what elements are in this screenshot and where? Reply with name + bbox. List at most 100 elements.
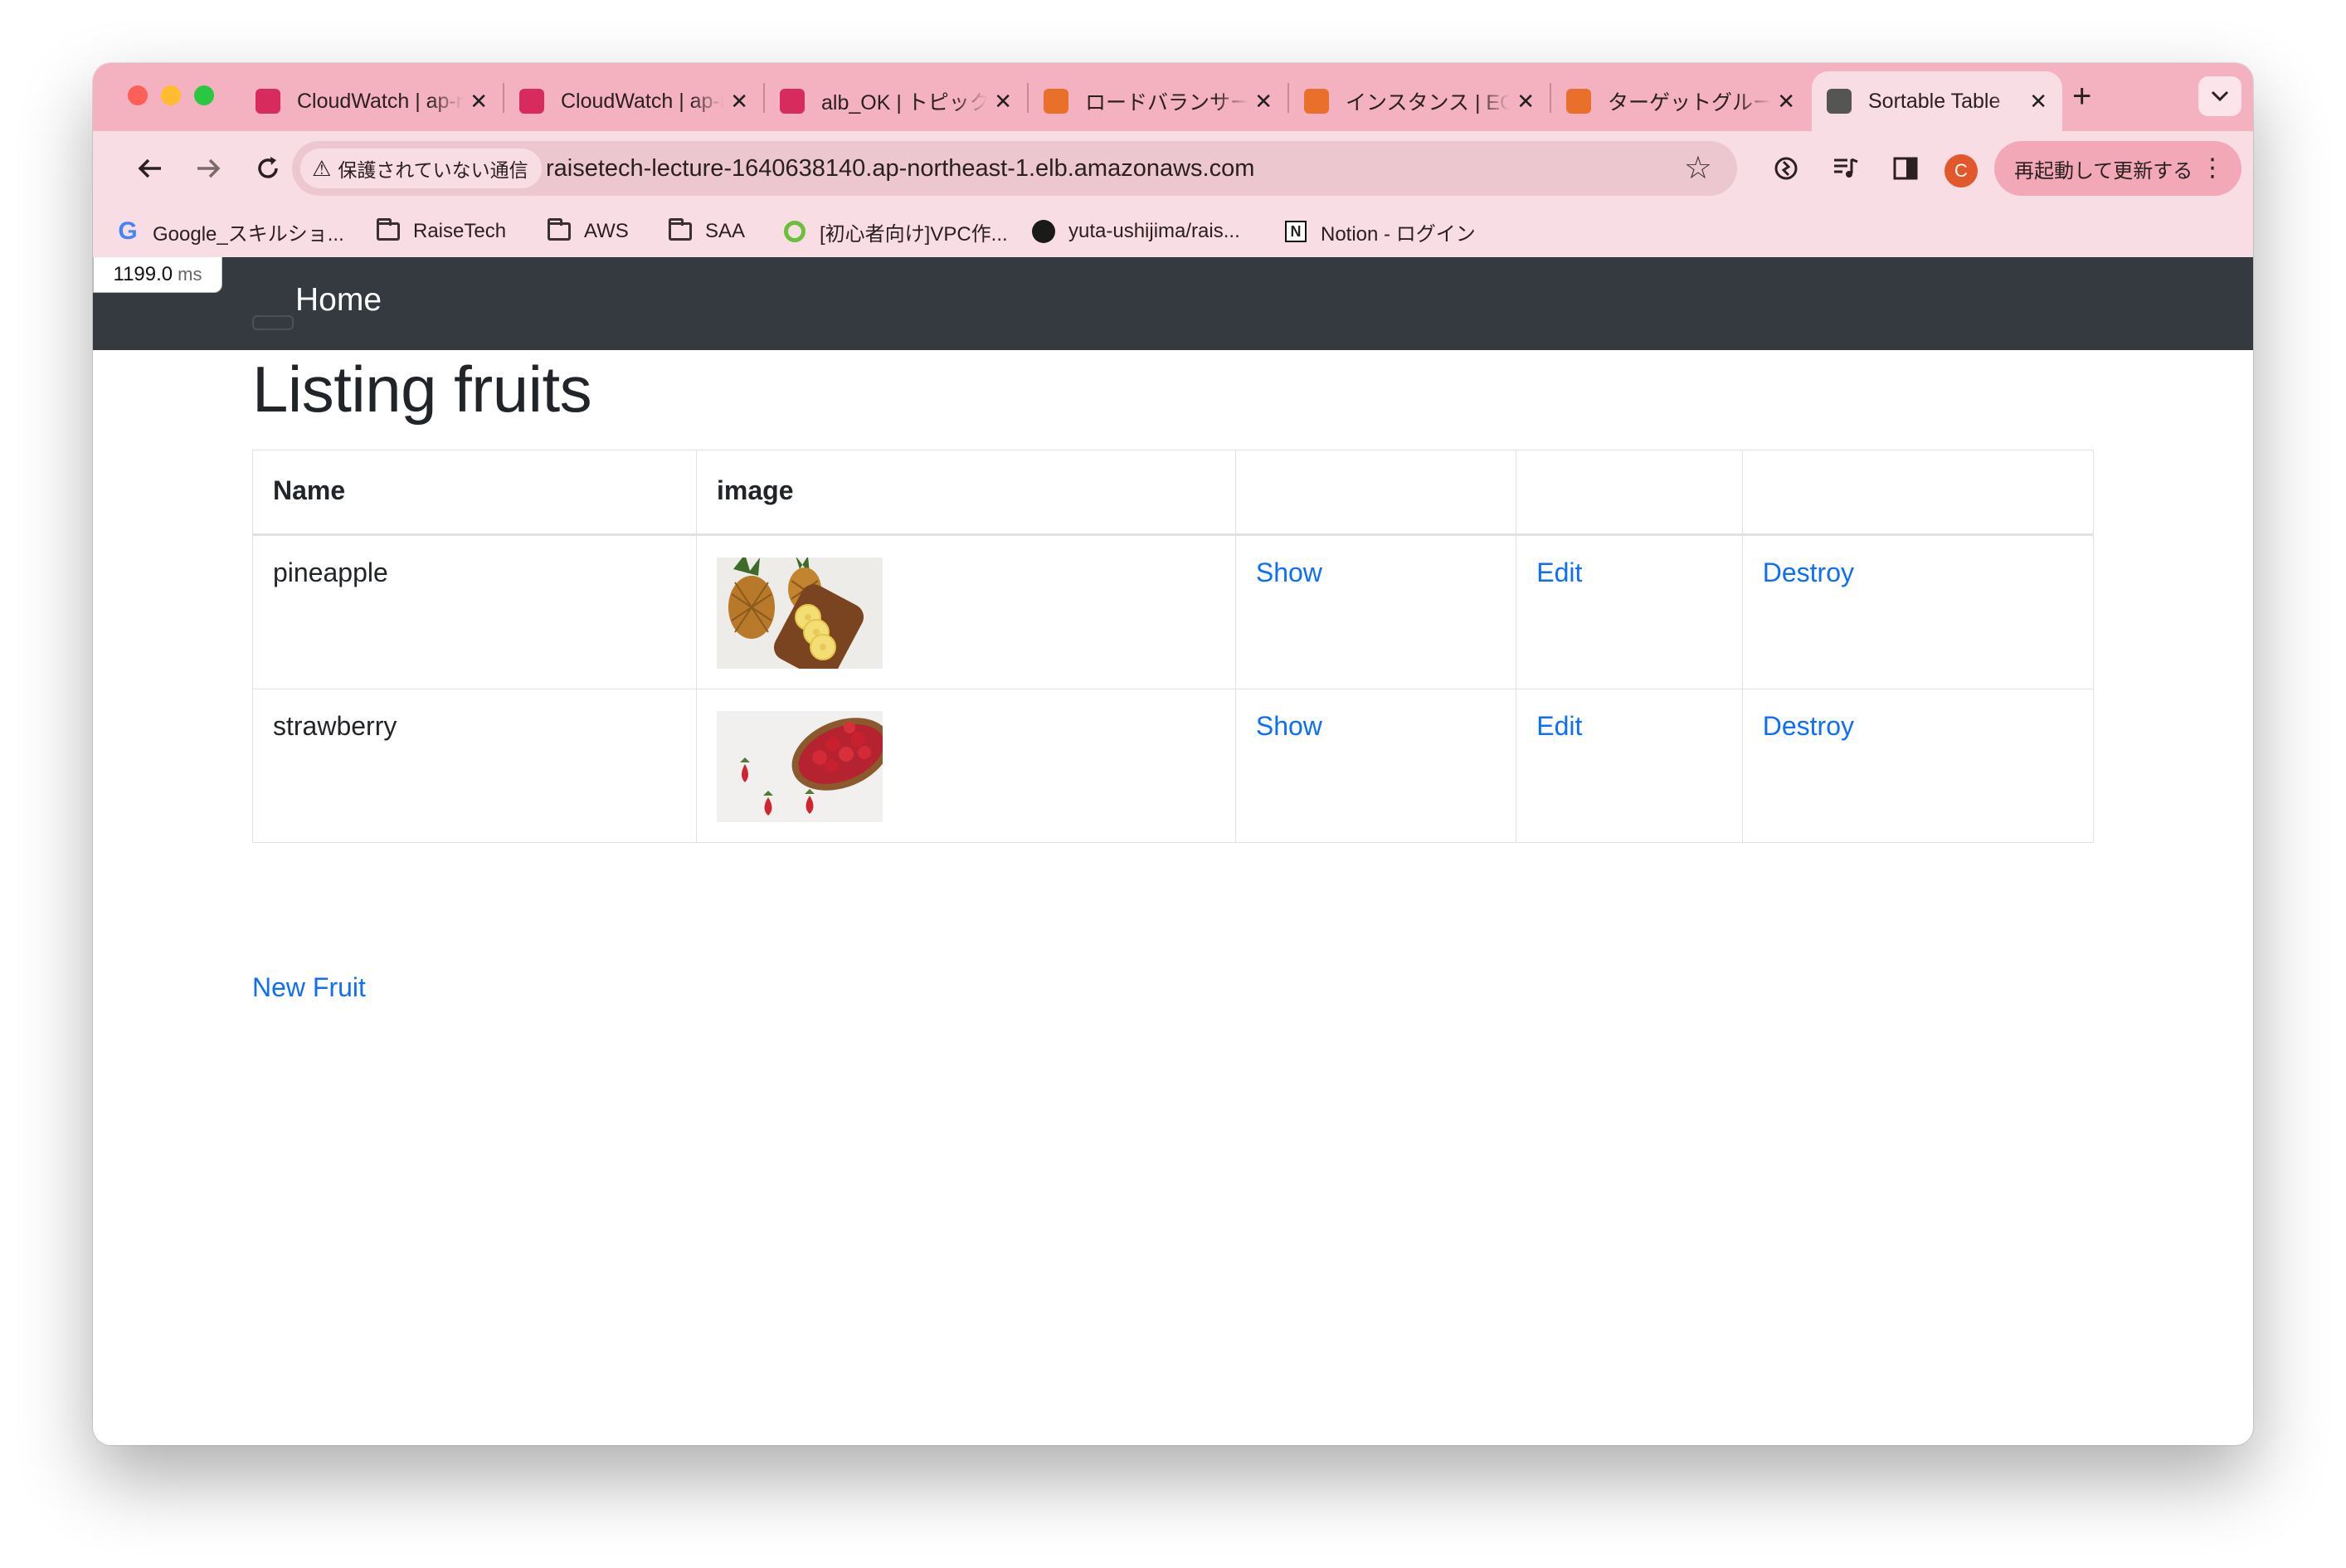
relaunch-to-update-button[interactable]: 再起動して更新する ⋮	[1994, 141, 2241, 196]
google-icon: G	[118, 217, 138, 245]
close-icon[interactable]: ✕	[994, 89, 1012, 114]
edit-link[interactable]: Edit	[1536, 558, 1582, 587]
tab-target-groups[interactable]: ターゲットグループ ✕	[1551, 71, 1810, 131]
fruit-image-cell	[696, 689, 1236, 843]
bookmark-folder-raisetech[interactable]: RaiseTech	[375, 214, 506, 249]
bookmark-label: RaiseTech	[413, 220, 507, 242]
close-icon[interactable]: ✕	[730, 89, 748, 114]
more-menu-icon[interactable]: ⋮	[2200, 141, 2225, 196]
bookmark-label: yuta-ushijima/rais...	[1068, 220, 1240, 242]
forward-arrow-icon	[197, 158, 221, 178]
bookmark-label: AWS	[584, 220, 629, 242]
tab-load-balancer[interactable]: ロードバランサー ✕	[1029, 71, 1287, 131]
new-tab-button[interactable]: +	[2072, 78, 2091, 114]
bookmark-folder-aws[interactable]: AWS	[546, 214, 629, 249]
tab-instances[interactable]: インスタンス | EC2 ✕	[1289, 71, 1550, 131]
folder-icon	[548, 218, 571, 241]
destroy-link[interactable]: Destroy	[1763, 558, 1854, 587]
pineapple-image	[717, 558, 883, 669]
reload-button[interactable]	[247, 148, 289, 189]
strawberry-image	[717, 711, 883, 822]
edit-link[interactable]: Edit	[1536, 711, 1582, 741]
tab-search-button[interactable]	[2198, 76, 2241, 116]
url-text[interactable]: raisetech-lecture-1640638140.ap-northeas…	[546, 141, 1254, 196]
destroy-cell: Destroy	[1741, 534, 2095, 689]
tab-cloudwatch-1[interactable]: CloudWatch | ap-northeast-1 ✕	[241, 71, 503, 131]
show-link[interactable]: Show	[1256, 711, 1322, 741]
side-panel-icon[interactable]	[1885, 148, 1926, 189]
tab-title: ターゲットグループ	[1608, 91, 1771, 114]
navbar-toggler-button[interactable]	[252, 315, 294, 330]
fruit-name: pineapple	[251, 534, 698, 689]
bookmark-star-icon[interactable]: ☆	[1684, 151, 1712, 186]
browser-toolbar: ⚠ 保護されていない通信 raisetech-lecture-164063814…	[93, 131, 2253, 206]
bookmarks-bar: G Google_スキルショ... RaiseTech AWS SAA [初心者…	[93, 206, 2253, 258]
tab-title: インスタンス | EC2	[1346, 91, 1511, 114]
new-fruit-link[interactable]: New Fruit	[252, 972, 366, 1003]
back-button[interactable]	[129, 148, 171, 189]
tab-title: Sortable Table	[1868, 89, 2001, 113]
edit-cell: Edit	[1516, 689, 1743, 843]
bookmark-notion-login[interactable]: N Notion - ログイン	[1283, 214, 1476, 249]
browser-window: CloudWatch | ap-northeast-1 ✕ CloudWatch…	[93, 63, 2253, 1445]
relaunch-label: 再起動して更新する	[2014, 159, 2193, 183]
profiler-time: 1199.0	[113, 263, 173, 285]
mini-profiler-badge[interactable]: 1199.0 ms	[93, 257, 222, 293]
close-icon[interactable]: ✕	[1516, 89, 1535, 114]
tab-sortable-table[interactable]: Sortable Table ✕	[1812, 71, 2062, 131]
bookmark-label: SAA	[705, 220, 746, 242]
column-header-image: image	[696, 450, 1236, 536]
folder-icon	[669, 218, 692, 241]
bookmark-label: Notion - ログイン	[1321, 222, 1476, 246]
ec2-icon	[1304, 89, 1329, 114]
close-icon[interactable]: ✕	[2029, 89, 2047, 114]
destroy-cell: Destroy	[1741, 689, 2095, 843]
edit-cell: Edit	[1516, 534, 1743, 689]
fruit-image-cell	[696, 534, 1236, 689]
bookmark-github-repo[interactable]: yuta-ushijima/rais...	[1030, 214, 1240, 249]
close-icon[interactable]: ✕	[1777, 89, 1795, 114]
close-icon[interactable]: ✕	[1254, 89, 1273, 114]
globe-icon	[1827, 89, 1852, 114]
close-window-button[interactable]	[128, 85, 148, 105]
ec2-icon	[1566, 89, 1591, 114]
minimize-window-button[interactable]	[161, 85, 181, 105]
column-header-destroy	[1741, 450, 2095, 536]
table-row: strawberry Show Edit Destroy	[251, 689, 2095, 843]
page-title: Listing fruits	[252, 353, 592, 426]
tab-title: CloudWatch | ap-northeast-1	[561, 89, 723, 113]
bookmark-vpc-guide[interactable]: [初心者向け]VPC作...	[781, 214, 1008, 249]
tab-title: CloudWatch | ap-northeast-1	[297, 89, 464, 113]
show-cell: Show	[1234, 689, 1517, 843]
tab-cloudwatch-2[interactable]: CloudWatch | ap-northeast-1 ✕	[504, 71, 763, 131]
bookmark-google-skillshop[interactable]: G Google_スキルショ...	[114, 214, 343, 249]
table-row: pineapple Show Edit Destroy	[251, 534, 2095, 689]
address-bar[interactable]: ⚠ 保護されていない通信 raisetech-lecture-164063814…	[292, 141, 1737, 196]
forward-button[interactable]	[187, 148, 229, 189]
zoom-window-button[interactable]	[194, 85, 214, 105]
top-navbar: Home	[93, 257, 2253, 350]
close-icon[interactable]: ✕	[470, 89, 488, 114]
back-arrow-icon	[138, 158, 161, 178]
extension-icon[interactable]	[1765, 148, 1807, 189]
destroy-link[interactable]: Destroy	[1763, 711, 1854, 741]
tab-sns-topic[interactable]: alb_OK | トピック ✕	[765, 71, 1027, 131]
column-header-name: Name	[251, 450, 698, 536]
cloudwatch-icon	[256, 89, 280, 114]
fruits-table: Name image pineapple Show Edit Destroy s…	[251, 450, 2095, 843]
tab-strip: CloudWatch | ap-northeast-1 ✕ CloudWatch…	[93, 63, 2253, 131]
chevron-down-icon	[2211, 90, 2229, 102]
security-label: 保護されていない通信	[338, 159, 528, 181]
github-icon	[1032, 220, 1055, 243]
column-header-edit	[1516, 450, 1743, 536]
site-info-button[interactable]: ⚠ 保護されていない通信	[300, 149, 542, 188]
cloudwatch-icon	[519, 89, 544, 114]
column-header-show	[1234, 450, 1517, 536]
vpc-icon	[784, 221, 806, 242]
media-control-icon[interactable]	[1825, 148, 1867, 189]
fruit-name: strawberry	[251, 689, 698, 843]
bookmark-folder-saa[interactable]: SAA	[667, 214, 745, 249]
show-link[interactable]: Show	[1256, 558, 1322, 587]
home-link[interactable]: Home	[295, 282, 382, 319]
profile-avatar[interactable]: C	[1944, 154, 1978, 187]
